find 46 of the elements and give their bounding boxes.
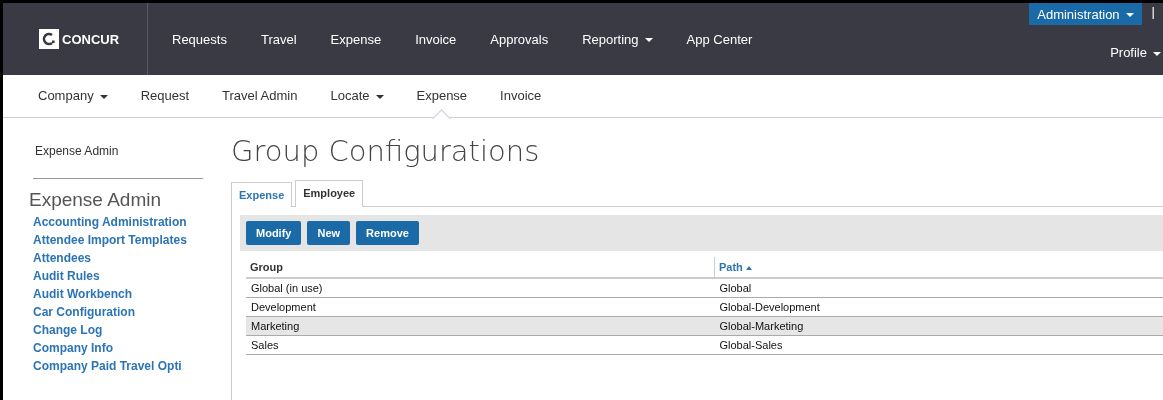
profile-menu[interactable]: Profile [1110,45,1163,60]
table-row[interactable]: Global (in use) Global [246,278,1163,298]
tab[interactable]: Employee [295,180,364,207]
subnav-link[interactable]: Locate [330,75,384,117]
subnav-link[interactable]: Invoice [500,75,542,117]
table-cell: Sales [246,335,715,355]
subnav-link[interactable]: Travel Admin [222,75,298,117]
sidebar-link[interactable]: Audit Rules [33,267,213,285]
subnav-link[interactable]: Request [140,75,190,117]
logo-text: CONCUR [62,31,120,47]
sidebar-link[interactable]: Company Paid Travel Opti [33,357,213,375]
page-title: Group Configurations [231,134,541,168]
table-cell: Development [246,297,715,317]
table-cell: Global-Sales [714,335,1163,355]
column-header[interactable]: Path [714,257,1163,278]
nav-link[interactable]: Invoice [398,31,474,47]
divider-text: | [1150,3,1156,21]
table-row[interactable]: Development Global-Development [246,297,1163,317]
sidebar-link[interactable]: Accounting Administration [33,213,213,231]
sidebar-link[interactable]: Change Log [33,321,213,339]
breadcrumb: Expense Admin [33,118,203,179]
tab[interactable]: Expense [231,182,293,207]
sidebar-link[interactable]: Car Configuration [33,303,213,321]
nav-link[interactable]: Expense [313,31,399,47]
administration-button[interactable]: Administration [1029,3,1142,25]
subnav-link[interactable]: Company [38,75,108,117]
logo-icon [39,29,59,49]
nav-link[interactable]: Approvals [473,31,566,47]
sidebar-link[interactable]: Attendee Import Templates [33,231,213,249]
table-row[interactable]: Marketing Global-Marketing [246,316,1163,336]
sidebar-heading: Expense Admin [29,189,163,211]
sidebar-link[interactable]: Company Info [33,339,213,357]
nav-link[interactable]: Travel [243,31,314,47]
table-row[interactable]: Sales Global-Sales [246,335,1163,355]
nav-link[interactable]: App Center [669,31,770,47]
nav-link[interactable]: Reporting [565,31,670,47]
nav-link[interactable]: Requests [155,31,244,47]
table-cell: Global (in use) [246,278,715,298]
sidebar-link[interactable]: Attendees [33,249,213,267]
toolbar-button[interactable]: Modify [246,221,302,245]
sidebar-link[interactable]: Audit Workbench [33,285,213,303]
column-header[interactable]: Group [246,257,715,278]
toolbar-button[interactable]: New [307,221,351,245]
table-cell: Global-Development [714,297,1163,317]
toolbar-button[interactable]: Remove [356,221,419,245]
table-cell: Global [714,278,1163,298]
